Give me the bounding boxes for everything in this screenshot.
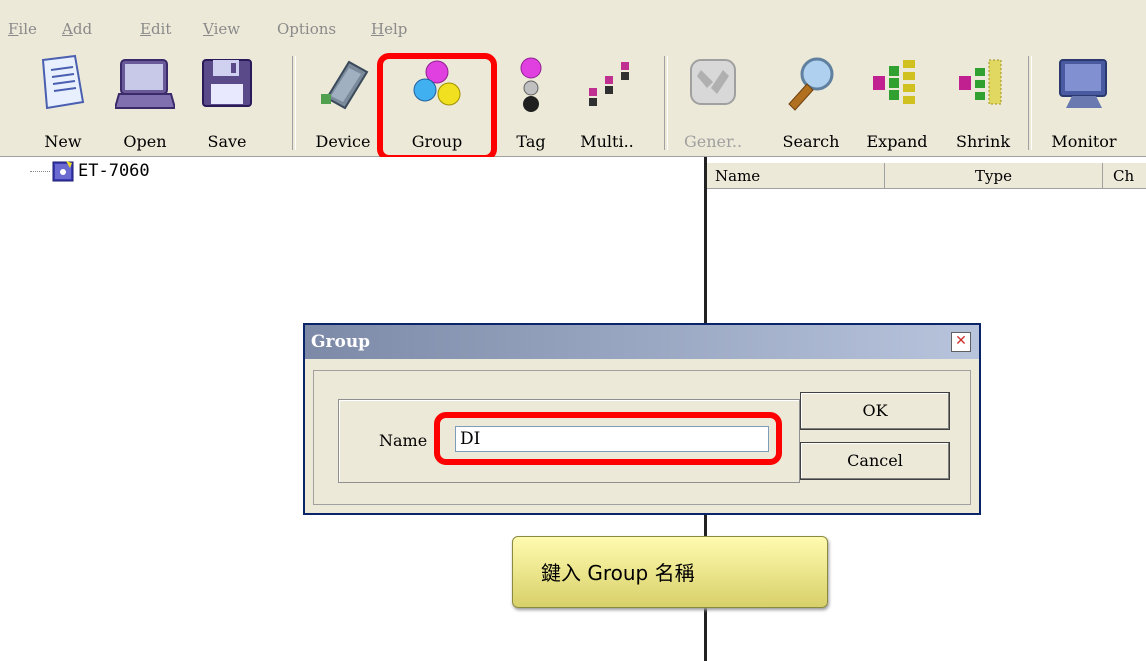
menu-options[interactable]: Options: [277, 20, 336, 38]
menu-file[interactable]: File: [8, 20, 37, 38]
new-button[interactable]: New: [30, 52, 96, 156]
device-module-icon: [321, 60, 369, 110]
shrink-label: Shrink: [955, 132, 1011, 151]
new-document-icon: [41, 54, 85, 110]
group-button-highlight: [377, 53, 497, 161]
device-label: Device: [315, 132, 371, 151]
callout-text: 鍵入 Group 名稱: [541, 561, 695, 585]
general-button[interactable]: Gener..: [680, 52, 746, 156]
menu-view[interactable]: View: [203, 20, 240, 38]
list-header: Name Type Ch: [707, 163, 1146, 189]
toolbar: New Open Save Device Group Tag Multi.. G…: [0, 46, 1146, 157]
tag-button[interactable]: Tag: [498, 52, 564, 156]
toolbar-separator: [1028, 56, 1032, 150]
tag-label: Tag: [516, 132, 546, 151]
monitor-icon: [1059, 59, 1107, 108]
tag-dots-icon: [520, 57, 542, 112]
tree-node-et7060[interactable]: ET-7060: [78, 161, 150, 181]
close-icon[interactable]: ✕: [951, 332, 971, 352]
multi-label: Multi..: [580, 132, 634, 151]
monitor-button[interactable]: Monitor: [1042, 52, 1126, 156]
instruction-callout: 鍵入 Group 名稱: [512, 536, 828, 608]
device-node-icon[interactable]: [52, 159, 74, 183]
monitor-label: Monitor: [1051, 132, 1117, 151]
device-button[interactable]: Device: [310, 52, 376, 156]
cancel-button[interactable]: Cancel: [800, 442, 950, 480]
general-label: Gener..: [683, 132, 743, 151]
dialog-title-bar[interactable]: Group ✕: [305, 325, 979, 359]
shrink-tree-icon: [959, 59, 1002, 105]
general-tools-icon: [690, 59, 736, 105]
column-header-name[interactable]: Name: [707, 163, 885, 188]
expand-button[interactable]: Expand: [864, 52, 930, 156]
multi-tag-icon: [589, 62, 629, 106]
search-label: Search: [782, 132, 840, 151]
floppy-disk-icon: [202, 59, 252, 107]
tree-connector-line: [30, 171, 50, 172]
column-header-channel[interactable]: Ch: [1103, 163, 1146, 188]
new-label: New: [44, 132, 82, 151]
search-button[interactable]: Search: [778, 52, 844, 156]
shrink-button[interactable]: Shrink: [950, 52, 1016, 156]
menu-bar: File Add Edit View Options Help: [0, 0, 1146, 46]
name-label: Name: [379, 431, 428, 450]
save-button[interactable]: Save: [194, 52, 260, 156]
column-header-type[interactable]: Type: [885, 163, 1103, 188]
expand-label: Expand: [866, 132, 928, 151]
menu-add[interactable]: Add: [62, 20, 92, 38]
menu-help[interactable]: Help: [371, 20, 407, 38]
toolbar-separator: [292, 56, 296, 150]
dialog-title: Group: [311, 332, 371, 352]
open-button[interactable]: Open: [112, 52, 178, 156]
open-label: Open: [123, 132, 167, 151]
menu-edit[interactable]: Edit: [140, 20, 171, 38]
toolbar-separator: [664, 56, 668, 150]
ok-button[interactable]: OK: [800, 392, 950, 430]
expand-tree-icon: [873, 60, 915, 104]
open-folder-icon: [115, 59, 175, 109]
multi-button[interactable]: Multi..: [574, 52, 640, 156]
magnifier-icon: [788, 57, 834, 111]
save-label: Save: [207, 132, 247, 151]
name-input-highlight: [434, 412, 782, 465]
